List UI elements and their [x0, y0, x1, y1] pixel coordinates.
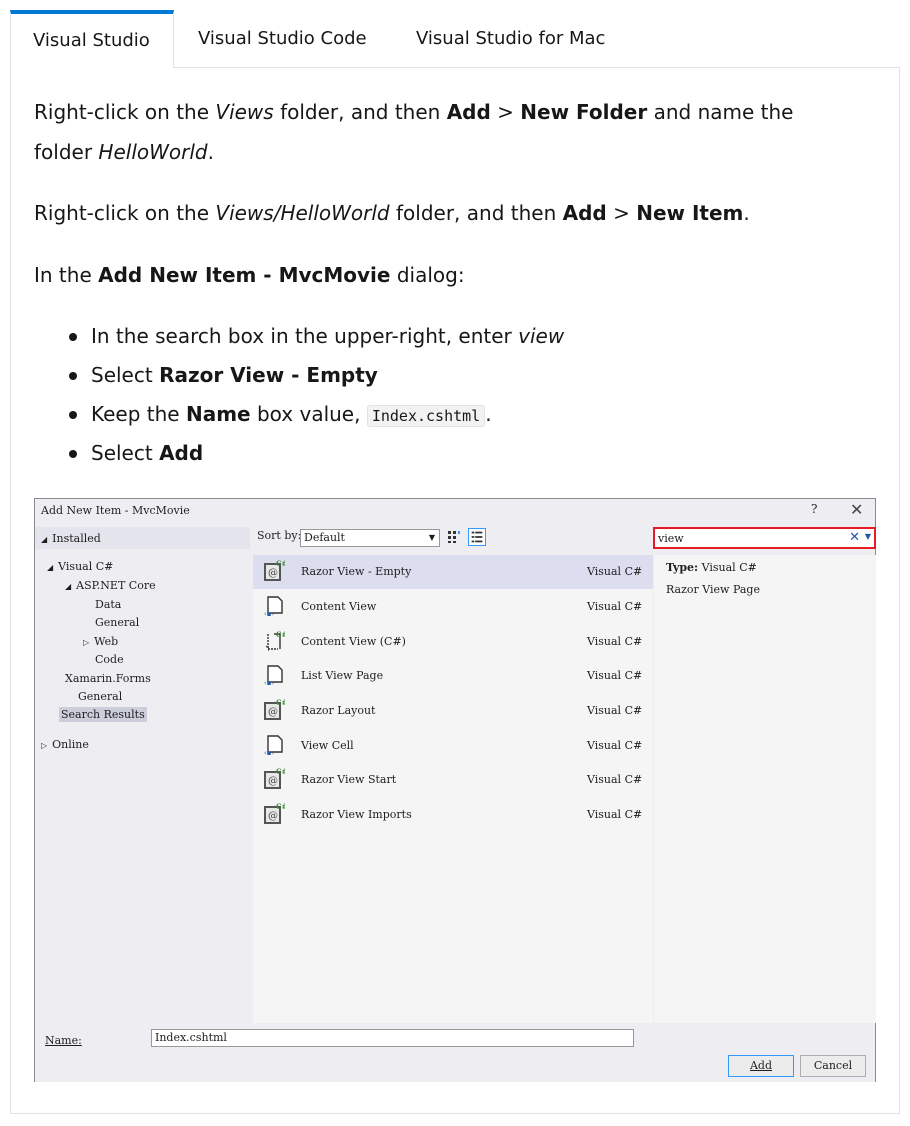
svg-text:C#: C#	[276, 560, 285, 568]
svg-text:C#: C#	[276, 768, 285, 776]
steps-list: In the search box in the upper-right, en…	[69, 317, 564, 473]
list-item: Select Add	[69, 434, 564, 473]
csharp-view-icon: C# ↰	[264, 630, 285, 652]
list-item: In the search box in the upper-right, en…	[69, 317, 564, 356]
sort-by-select[interactable]: Default ▼	[300, 529, 440, 547]
dialog-title: Add New Item - MvcMovie	[41, 504, 190, 517]
name-label: Name:	[45, 1034, 82, 1047]
list-item-razor-view-imports[interactable]: @C# Razor View ImportsVisual C#	[253, 798, 653, 832]
tree-item-aspnet-core[interactable]: ◢ ASP.NET Core	[65, 579, 156, 592]
svg-text:C#: C#	[276, 803, 285, 811]
xaml-page-icon: ‹▪›	[264, 735, 283, 756]
tree-item-installed[interactable]: ◢ Installed	[41, 532, 101, 545]
tree-item-code[interactable]: Code	[95, 653, 124, 666]
tree-item-general-sub[interactable]: General	[95, 616, 139, 629]
razor-icon: @C#	[264, 803, 285, 824]
collapse-triangle-icon: ◢	[65, 582, 72, 591]
collapse-triangle-icon: ◢	[47, 563, 54, 572]
razor-icon: @C#	[264, 560, 285, 581]
xaml-page-icon: ‹▪›	[264, 665, 283, 686]
tree-item-search-results[interactable]: Search Results	[59, 707, 147, 722]
list-item-content-view-csharp[interactable]: C#↰ Content View (C#)Visual C#	[253, 625, 653, 659]
svg-text:‹▪›: ‹▪›	[264, 679, 275, 686]
tree-item-general[interactable]: General	[78, 690, 122, 703]
cancel-button[interactable]: Cancel	[800, 1055, 866, 1077]
list-item-razor-view-start[interactable]: @C# Razor View StartVisual C#	[253, 763, 653, 797]
tree-item-web[interactable]: ▷ Web	[83, 635, 118, 648]
svg-text:C#: C#	[276, 699, 285, 707]
details-description: Razor View Page	[666, 583, 760, 596]
inline-code: Index.cshtml	[366, 405, 486, 427]
dialog-footer: Name: Index.cshtml Add Cancel	[35, 1024, 875, 1082]
template-tree	[35, 527, 250, 1024]
expand-triangle-icon: ▷	[41, 741, 48, 750]
svg-text:‹▪›: ‹▪›	[264, 610, 275, 617]
list-item: Select Razor View - Empty	[69, 356, 564, 395]
tree-item-visual-csharp[interactable]: ◢ Visual C#	[47, 560, 113, 573]
list-item: Keep the Name box value, Index.cshtml.	[69, 395, 564, 434]
small-icons-view-icon[interactable]	[447, 530, 461, 544]
list-item-razor-view-empty[interactable]: @C# Razor View - EmptyVisual C#	[253, 555, 653, 589]
chevron-down-icon[interactable]: ▼	[865, 532, 871, 541]
details-type: Type: Visual C#	[666, 561, 757, 574]
tab-visual-studio-code[interactable]: Visual Studio Code	[176, 10, 389, 68]
xaml-page-icon: ‹▪›	[264, 596, 283, 617]
svg-text:C#: C#	[276, 630, 285, 639]
collapse-triangle-icon: ◢	[41, 535, 48, 544]
svg-text:@: @	[268, 811, 278, 822]
tab-visual-studio[interactable]: Visual Studio	[10, 10, 174, 68]
razor-icon: @C#	[264, 768, 285, 789]
tab-visual-studio-for-mac[interactable]: Visual Studio for Mac	[394, 10, 627, 68]
list-item-content-view[interactable]: ‹▪› Content View Visual C#	[253, 590, 653, 624]
name-field[interactable]: Index.cshtml	[151, 1029, 634, 1047]
tree-item-data[interactable]: Data	[95, 598, 121, 611]
add-new-item-dialog: Add New Item - MvcMovie ? ✕ ◢ Installed ◢…	[34, 498, 876, 1082]
svg-text:@: @	[268, 707, 278, 718]
razor-icon: @C#	[264, 699, 285, 720]
list-view-icon[interactable]	[468, 528, 486, 546]
tab-bar: Visual Studio Visual Studio Code Visual …	[10, 10, 900, 68]
chevron-down-icon: ▼	[428, 533, 435, 542]
expand-triangle-icon: ▷	[83, 638, 90, 647]
close-icon[interactable]: ✕	[850, 500, 863, 519]
add-button[interactable]: Add	[728, 1055, 794, 1077]
tree-item-online[interactable]: ▷ Online	[41, 738, 89, 751]
clear-search-icon[interactable]: ✕	[849, 530, 860, 545]
instruction-paragraph-1: Right-click on the Views folder, and the…	[34, 100, 794, 164]
search-input[interactable]: view ✕ ▼	[653, 527, 876, 549]
sort-by-label: Sort by:	[257, 529, 302, 542]
svg-text:‹▪›: ‹▪›	[264, 749, 275, 756]
help-button[interactable]: ?	[811, 502, 817, 516]
svg-text:@: @	[268, 776, 278, 787]
instruction-paragraph-3: In the Add New Item - MvcMovie dialog:	[34, 263, 465, 287]
svg-text:↰: ↰	[264, 644, 271, 652]
tree-item-xamarin-forms[interactable]: Xamarin.Forms	[65, 672, 151, 685]
details-pane: Type: Visual C# Razor View Page	[654, 555, 876, 1023]
template-list: @C# Razor View - EmptyVisual C# ‹▪› Cont…	[253, 555, 653, 1023]
instruction-paragraph-2: Right-click on the Views/HelloWorld fold…	[34, 201, 750, 225]
svg-text:@: @	[268, 568, 278, 579]
list-item-list-view-page[interactable]: ‹▪› List View Page Visual C#	[253, 659, 653, 693]
list-item-razor-layout[interactable]: @C# Razor LayoutVisual C#	[253, 694, 653, 728]
list-item-view-cell[interactable]: ‹▪› View Cell Visual C#	[253, 729, 653, 763]
